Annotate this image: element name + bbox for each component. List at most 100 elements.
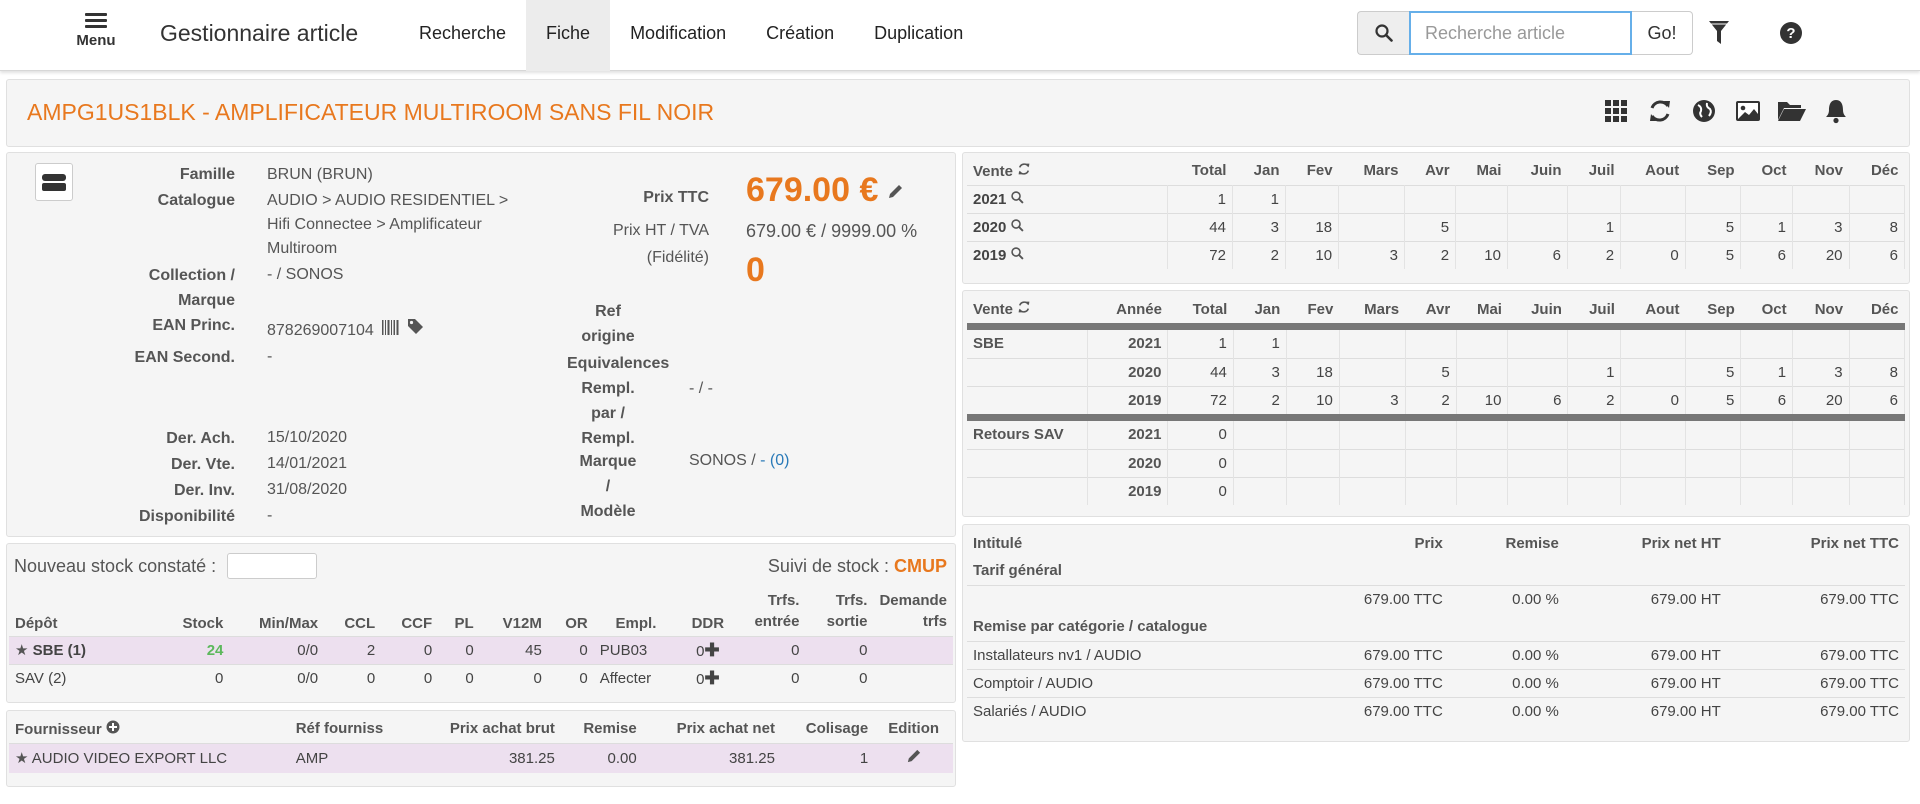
year-cell[interactable]: 2020 [967, 212, 1168, 241]
help-icon[interactable]: ? [1776, 18, 1806, 48]
refresh-icon[interactable] [1017, 301, 1031, 318]
net-ttc-cell: 679.00 TTC [1726, 640, 1905, 669]
ventes-cell [1620, 330, 1686, 358]
nav-duplication[interactable]: Duplication [854, 0, 983, 71]
stock-row-sbe[interactable]: ★ SBE (1) 24 0/0 2 0 0 45 0 PUB03 0✚ 0 0 [9, 635, 953, 664]
nouveau-stock-input[interactable] [227, 553, 317, 579]
disponibilite-label: Disponibilité [139, 508, 235, 525]
ventes-cell: 6 [1740, 240, 1793, 269]
ventes-cell: 6 [1507, 385, 1569, 414]
empl-cell[interactable]: Affecter [593, 663, 679, 692]
nav-recherche[interactable]: Recherche [399, 0, 526, 71]
nav-creation[interactable]: Création [746, 0, 854, 71]
tag-icon[interactable] [407, 318, 424, 343]
year-cell[interactable]: 2021 [967, 184, 1168, 213]
add-fournisseur-icon[interactable] [106, 720, 120, 738]
ventes-cell [1849, 421, 1906, 449]
col-month: Fev [1306, 162, 1333, 180]
refresh-icon[interactable] [1643, 93, 1677, 129]
ventes-cell: 20 [1792, 240, 1850, 269]
fournisseur-row[interactable]: ★ AUDIO VIDEO EXPORT LLC AMP 381.25 0.00… [9, 742, 953, 773]
pl-cell: 0 [438, 635, 480, 664]
folder-open-icon[interactable] [1775, 93, 1809, 129]
ventes-cell: 5 [1405, 357, 1457, 386]
ventes-cell: 0 [1167, 448, 1234, 477]
ventes-cell [1285, 184, 1340, 213]
marque-link[interactable]: - (0) [760, 452, 789, 469]
grid-icon[interactable] [1599, 93, 1633, 129]
filter-icon[interactable] [1704, 18, 1734, 48]
zoom-icon[interactable] [1010, 247, 1024, 264]
ventes-cell [1620, 184, 1686, 213]
ventes-depot-row: 2019 72 2 10 3 2 10 6 2 0 5 6 20 6 [967, 385, 1906, 414]
plus-icon[interactable]: ✚ [704, 668, 719, 688]
collection-label: Collection / Marque [148, 267, 235, 309]
nav-modification[interactable]: Modification [610, 0, 746, 71]
ventes-cell [1620, 448, 1686, 477]
ventes-cell [1849, 448, 1906, 477]
ccf-cell: 0 [381, 663, 439, 692]
depot-name-cell [967, 448, 1088, 477]
col-minmax: Min/Max [258, 614, 319, 632]
col-month: Mai [1476, 162, 1502, 180]
tarif-row: Installateurs nv1 / AUDIO 679.00 TTC 0.0… [967, 640, 1905, 669]
ventes-cell [1405, 421, 1457, 449]
ventes-cell: 8 [1849, 212, 1905, 241]
ventes-cell [1620, 212, 1686, 241]
ventes-cell: 1 [1740, 212, 1793, 241]
depot-name-cell: Retours SAV [967, 421, 1088, 449]
col-month: Déc [1870, 300, 1899, 318]
zoom-icon[interactable] [1010, 218, 1024, 236]
prix-cell: 679.00 TTC [1287, 668, 1449, 697]
ventes-cell: 44 [1167, 212, 1233, 241]
ventes-depot-row: 2020 0 [967, 448, 1906, 477]
label-cell: Comptoir / AUDIO [967, 668, 1288, 697]
suivi-stock-value: CMUP [894, 556, 947, 576]
stock-cell: 24 [159, 635, 230, 664]
col-or: OR [565, 614, 588, 632]
ccf-cell: 0 [381, 635, 439, 664]
stock-panel: Nouveau stock constaté : Suivi de stock … [6, 543, 956, 703]
ventes-cell [1740, 476, 1794, 505]
col-month: Mars [1364, 300, 1400, 318]
menu-button[interactable]: Menu [72, 10, 120, 58]
ventes-cell [1404, 184, 1457, 213]
menu-label: Menu [76, 32, 116, 49]
app-title[interactable]: Gestionnaire article [160, 20, 358, 47]
barcode-icon[interactable] [381, 319, 399, 343]
ean-second-value: - [267, 348, 273, 365]
ventes-cell [1567, 330, 1622, 358]
col-month: Jan [1253, 162, 1280, 180]
year-cell[interactable]: 2019 [967, 240, 1168, 269]
ventes-cell [1685, 421, 1742, 449]
go-button[interactable]: Go! [1632, 11, 1693, 55]
depot-cell: SAV (2) [9, 663, 159, 692]
bell-icon[interactable] [1819, 93, 1853, 129]
prix-cell: 679.00 TTC [1287, 584, 1449, 613]
remise-cell: 0.00 % [1448, 640, 1565, 669]
zoom-icon[interactable] [1010, 190, 1024, 208]
col-remise: Remise [1505, 534, 1559, 552]
der-inv-value: 31/08/2020 [267, 481, 348, 498]
suivi-stock: Suivi de stock : CMUP [767, 556, 947, 576]
colisage-cell: 1 [780, 742, 875, 773]
refresh-icon[interactable] [1017, 163, 1031, 180]
image-icon[interactable] [1731, 93, 1765, 129]
ventes-cell [1286, 330, 1340, 358]
ventes-cell: 6 [1507, 240, 1569, 269]
ventes-cell [1233, 421, 1287, 449]
plus-icon[interactable]: ✚ [704, 640, 719, 660]
search-input[interactable] [1409, 11, 1632, 55]
col-month: Avr [1425, 300, 1451, 318]
depot-cell: ★ SBE (1) [9, 635, 159, 664]
col-prix: Prix [1414, 534, 1443, 552]
stock-row-sav[interactable]: SAV (2) 0 0/0 0 0 0 0 0 Affecter 0✚ 0 0 [9, 663, 953, 692]
edit-fournisseur-icon[interactable] [874, 742, 953, 773]
ventes-cell [1456, 330, 1509, 358]
der-inv-label: Der. Inv. [173, 482, 235, 499]
edit-price-icon[interactable] [887, 183, 904, 205]
nav-fiche[interactable]: Fiche [526, 0, 611, 71]
globe-icon[interactable] [1687, 93, 1721, 129]
product-title: AMPG1US1BLK - AMPLIFICATEUR MULTIROOM SA… [27, 99, 715, 125]
der-vte-label: Der. Vte. [170, 456, 235, 473]
